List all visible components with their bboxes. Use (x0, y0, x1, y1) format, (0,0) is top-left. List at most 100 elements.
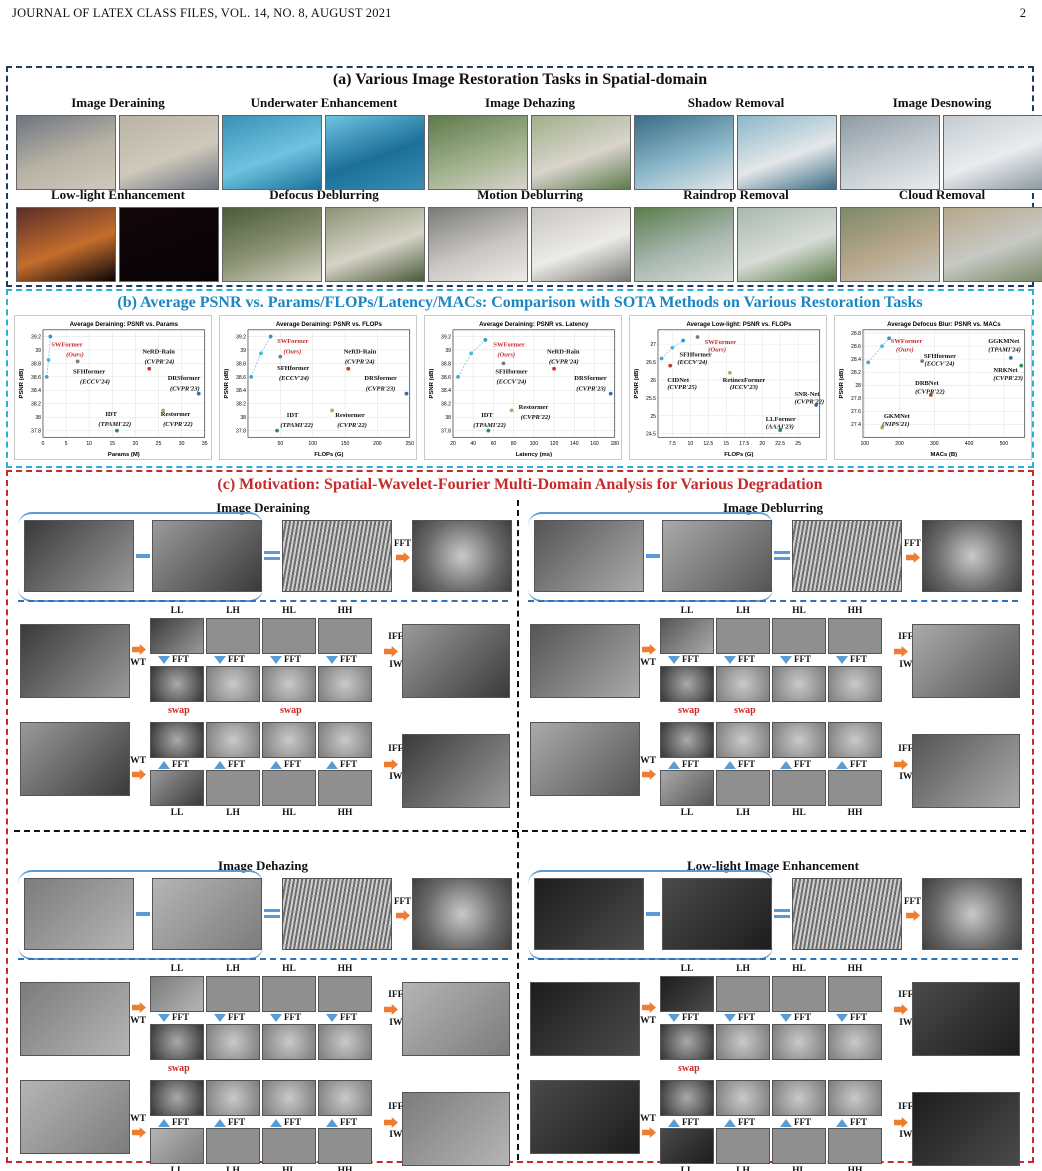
band-label: LH (226, 964, 240, 974)
wt-arrow (642, 644, 656, 655)
wavelet-subband (716, 1128, 770, 1164)
fft-label: FFT (284, 654, 301, 664)
right-arrow (906, 552, 920, 563)
data-point (147, 366, 152, 371)
clean-spatial-image (152, 878, 262, 950)
x-tick-label: 12.5 (703, 441, 713, 447)
point-label: (CVPR'22) (795, 398, 825, 405)
x-tick-label: 10 (86, 441, 92, 447)
band-label: HH (337, 606, 353, 616)
chart-1: Average Deraining: PSNR vs. Params Params… (14, 315, 212, 460)
ours-trend-line (867, 338, 890, 363)
point-label: (AAAI'23) (766, 423, 794, 430)
point-label: SWFormer (891, 338, 923, 345)
y-tick-label: 26 (650, 378, 656, 384)
subband-spectrum (716, 722, 770, 758)
degraded-image (634, 115, 734, 190)
point-label: SWFormer (51, 342, 83, 349)
x-tick-label: 60 (491, 441, 497, 447)
band-label: HH (847, 606, 863, 616)
subband-spectrum (772, 666, 826, 702)
up-arrow (326, 761, 338, 769)
point-label: (CVPR'22) (337, 422, 367, 429)
data-point (681, 338, 686, 343)
fft-label: FFT (794, 654, 811, 664)
right-arrow (906, 910, 920, 921)
y-tick-label: 38.8 (441, 361, 451, 367)
point-label: GKMNet (884, 413, 911, 420)
task-title-7: Defocus Deblurring (269, 187, 379, 202)
y-tick-label: 37.8 (441, 429, 451, 435)
down-arrow (326, 1014, 338, 1022)
fft-label: FFT (284, 759, 301, 769)
task-title-6: Low-light Enhancement (51, 187, 185, 202)
subband-spectrum (660, 666, 714, 702)
x-tick-label: 100 (860, 441, 869, 447)
fft-label: FFT (682, 1012, 699, 1022)
degraded-image (840, 115, 940, 190)
subband-spectrum (318, 722, 372, 758)
subband-spectrum (660, 722, 714, 758)
swapped-output-image (912, 1092, 1020, 1166)
point-label: SFHformer (680, 352, 712, 359)
band-label: LL (680, 606, 694, 616)
wavelet-subband (716, 770, 770, 806)
data-point (486, 428, 491, 433)
y-axis-label: PSNR (dB) (839, 369, 845, 399)
x-tick-label: 22.5 (775, 441, 785, 447)
x-tick-label: 250 (405, 441, 414, 447)
y-tick-label: 38.6 (236, 375, 246, 381)
x-tick-label: 5 (65, 441, 68, 447)
residual-image (282, 878, 392, 950)
subband-spectrum (318, 1024, 372, 1060)
wavelet-subband (206, 770, 260, 806)
point-label: (TPAMI'24) (988, 346, 1021, 353)
point-label: (Ours) (497, 352, 515, 359)
up-arrow (836, 1119, 848, 1127)
subband-spectrum (150, 722, 204, 758)
down-arrow (836, 656, 848, 664)
x-tick-label: 10 (687, 441, 693, 447)
wavelet-subband (828, 1128, 882, 1164)
subband-spectrum (716, 666, 770, 702)
wavelet-subband (660, 618, 714, 654)
wt-arrow (132, 1002, 146, 1013)
band-label: LH (736, 808, 750, 818)
up-arrow (724, 1119, 736, 1127)
point-label: (CVPR'23) (366, 385, 396, 392)
subband-spectrum (206, 1024, 260, 1060)
task-title-5: Image Desnowing (892, 95, 992, 110)
fft-label: FFT (340, 759, 357, 769)
down-arrow (270, 1014, 282, 1022)
up-arrow (270, 761, 282, 769)
wavelet-subband (150, 770, 204, 806)
wt-arrow (132, 769, 146, 780)
down-arrow (780, 656, 792, 664)
point-label: SWFormer (277, 338, 309, 345)
task-title-10: Cloud Removal (898, 187, 986, 202)
point-label: SWFormer (705, 339, 737, 346)
x-tick-label: 40 (470, 441, 476, 447)
x-tick-label: 20 (450, 441, 456, 447)
fft-label: FFT (284, 1012, 301, 1022)
ifft-arrow (384, 759, 398, 770)
degraded-image (634, 207, 734, 282)
up-arrow (214, 1119, 226, 1127)
data-point (48, 334, 53, 339)
swap-label: swap (678, 705, 700, 716)
data-point (275, 428, 279, 433)
y-tick-label: 27.4 (851, 422, 861, 428)
band-label: HH (337, 964, 353, 974)
swapped-output-image (912, 734, 1020, 808)
band-label: HH (337, 1166, 353, 1171)
point-label: (CVPR'22) (521, 414, 551, 421)
x-tick-label: 100 (530, 441, 539, 447)
wavelet-subband (318, 618, 372, 654)
data-point (670, 345, 675, 350)
subband-spectrum (150, 1080, 204, 1116)
data-point (695, 335, 700, 339)
x-tick-label: 20 (133, 441, 139, 447)
page-number: 2 (1019, 6, 1026, 20)
ours-trend-line (46, 336, 51, 377)
x-tick-label: 140 (570, 441, 579, 447)
